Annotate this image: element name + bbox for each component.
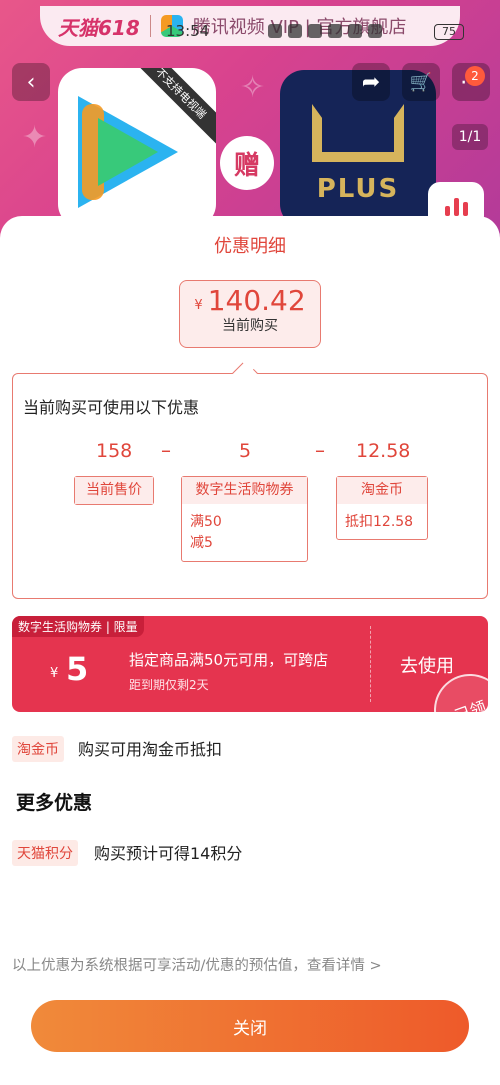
discount-detail-sheet: 优惠明细 ¥ 140.42 当前购买 当前购买可使用以下优惠 158 – 5 –… xyxy=(0,216,500,1085)
gift-badge: 赠 xyxy=(220,136,274,190)
coupon-expiry: 距到期仅剩2天 xyxy=(129,678,209,692)
coins-value: 12.58 xyxy=(356,440,411,462)
coupon-amount: 5 xyxy=(66,650,89,688)
taojinbi-text: 购买可用淘金币抵扣 xyxy=(78,740,223,759)
tmall-points-pill: 天猫积分 xyxy=(12,840,78,866)
status-icons xyxy=(268,24,382,38)
minus-sign: – xyxy=(315,438,325,462)
bluetooth-icon xyxy=(308,24,322,38)
bar-chart-icon xyxy=(462,202,468,216)
minus-sign: – xyxy=(161,438,171,462)
tmall-points-text: 购买预计可得14积分 xyxy=(94,844,243,863)
share-button[interactable]: ➦ xyxy=(352,63,390,101)
use-coupon-button[interactable]: 去使用 xyxy=(400,652,454,678)
status-bar: 13:54 75 xyxy=(0,22,500,46)
currency-symbol: ¥ xyxy=(194,298,203,313)
coupon-divider xyxy=(370,626,371,702)
signal-icon xyxy=(368,24,382,38)
chevron-left-icon: ‹ xyxy=(26,69,36,95)
currency-symbol: ¥ xyxy=(50,666,59,681)
bar-chart-icon xyxy=(444,206,450,216)
more-discounts-heading: 更多优惠 xyxy=(16,792,93,814)
logo-inner xyxy=(98,118,158,186)
tencent-video-product-image: 不支持电视端 xyxy=(58,68,216,228)
coupon-label: 数字生活购物券 xyxy=(182,477,307,504)
status-time: 13:54 xyxy=(166,22,210,40)
current-price-label: 当前购买 xyxy=(222,318,278,334)
coupon-discount: 减5 xyxy=(190,535,213,551)
wifi-icon xyxy=(348,24,362,38)
calc-title: 当前购买可使用以下优惠 xyxy=(23,398,200,417)
share-icon: ➦ xyxy=(361,69,381,95)
coins-detail: 抵扣12.58 xyxy=(345,514,414,530)
battery-icon: 75 xyxy=(434,24,464,40)
sparkle-icon: ✦ xyxy=(22,120,48,155)
cart-icon: 🛒 xyxy=(409,71,433,93)
taojinbi-pill: 淘金币 xyxy=(12,736,64,762)
nfc-icon xyxy=(288,24,302,38)
close-button[interactable]: 关闭 xyxy=(31,1000,469,1052)
plus-label: PLUS xyxy=(316,174,400,204)
discount-calculation: 当前购买可使用以下优惠 158 – 5 – 12.58 当前售价 数字生活购物券… xyxy=(12,373,488,599)
coins-tag: 淘金币 抵扣12.58 xyxy=(336,476,428,540)
coupon-tag: 数字生活购物券 满50 减5 xyxy=(181,476,308,562)
coins-label: 淘金币 xyxy=(337,477,427,504)
sheet-title: 优惠明细 xyxy=(214,236,286,257)
crown-icon xyxy=(312,104,404,162)
coupon-threshold: 满50 xyxy=(190,514,222,530)
cart-button[interactable]: 🛒 xyxy=(402,63,440,101)
original-price-label: 当前售价 xyxy=(75,477,153,504)
coupon-value: 5 xyxy=(239,440,252,462)
coupon-card[interactable]: 数字生活购物券 | 限量 ¥ 5 指定商品满50元可用，可跨店 距到期仅剩2天 … xyxy=(12,616,488,712)
original-price-value: 158 xyxy=(96,440,133,462)
view-details-link[interactable]: 以上优惠为系统根据可享活动/优惠的预估值，查看详情 > xyxy=(12,954,382,975)
image-pager: 1/1 xyxy=(452,124,488,150)
bar-chart-icon xyxy=(453,198,459,216)
coupon-type-tag: 数字生活购物券 | 限量 xyxy=(12,616,144,637)
vibrate-icon xyxy=(328,24,342,38)
current-price-box: ¥ 140.42 当前购买 xyxy=(179,280,321,348)
sparkle-icon: ✧ xyxy=(240,70,266,105)
eye-icon xyxy=(268,24,282,38)
current-price: 140.42 xyxy=(207,284,306,317)
coupon-description: 指定商品满50元可用，可跨店 xyxy=(129,651,329,669)
notification-badge: 2 xyxy=(465,66,485,86)
original-price-tag: 当前售价 xyxy=(74,476,154,505)
back-button[interactable]: ‹ xyxy=(12,63,50,101)
